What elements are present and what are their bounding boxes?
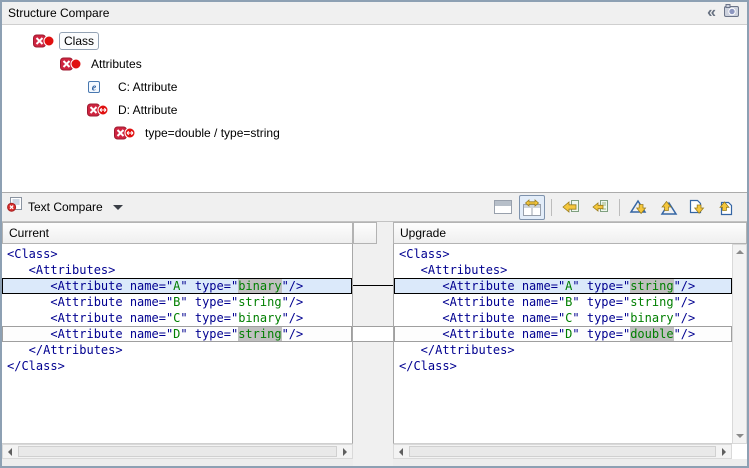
previous-difference-button[interactable]: [655, 195, 681, 220]
scroll-thumb[interactable]: [409, 446, 716, 457]
svg-text:e: e: [92, 82, 97, 93]
code-line[interactable]: <Attribute name="B" type="string"/>: [2, 294, 352, 310]
diff-code-line[interactable]: <Attribute name="A" type="binary"/>: [2, 278, 352, 294]
left-pane-header: Current: [2, 222, 353, 244]
split-view-icon: [494, 200, 512, 214]
split-view-button[interactable]: [490, 195, 516, 220]
scroll-track[interactable]: [408, 445, 717, 458]
code-line[interactable]: </Attributes>: [2, 342, 352, 358]
collapse-chevrons-icon[interactable]: «: [707, 6, 716, 20]
tree-item-label: Class: [59, 32, 99, 50]
scroll-track[interactable]: [17, 445, 338, 458]
scroll-thumb[interactable]: [18, 446, 337, 457]
left-horizontal-scrollbar[interactable]: [2, 444, 353, 459]
right-pane-title: Upgrade: [400, 226, 446, 240]
code-line[interactable]: <Attributes>: [394, 262, 732, 278]
scroll-left-arrow[interactable]: [394, 445, 408, 458]
tree-item[interactable]: D: Attribute: [2, 98, 747, 121]
code-line[interactable]: <Attribute name="B" type="string"/>: [394, 294, 732, 310]
right-pane: Upgrade <Class> <Attributes> <Attribute …: [393, 222, 747, 466]
structure-compare-pane: Structure Compare « Class Attributes e C: A…: [2, 2, 747, 192]
code-line[interactable]: </Attributes>: [394, 342, 732, 358]
diff-connector[interactable]: [353, 326, 393, 342]
swap-panes-button[interactable]: [519, 195, 545, 220]
toolbar-separator: [619, 199, 620, 216]
camera-icon[interactable]: [724, 4, 739, 22]
code-line[interactable]: <Attribute name="C" type="binary"/>: [394, 310, 732, 326]
tree-item-label: C: Attribute: [113, 78, 182, 96]
scroll-down-arrow[interactable]: [733, 429, 746, 443]
scroll-left-arrow[interactable]: [3, 445, 17, 458]
tree-item[interactable]: e C: Attribute: [2, 75, 747, 98]
diff-arrows-icon: [87, 103, 109, 117]
scroll-track[interactable]: [733, 259, 746, 429]
compare-editor-window: Structure Compare « Class Attributes e C: A…: [0, 0, 749, 468]
tree-item-label: type=double / type=string: [140, 124, 285, 142]
tree-item[interactable]: Attributes: [2, 52, 747, 75]
scroll-right-arrow[interactable]: [717, 445, 731, 458]
tree-item-label: D: Attribute: [113, 101, 182, 119]
copy-all-right-to-left-icon: [562, 199, 580, 215]
next-change-button[interactable]: [684, 195, 710, 220]
scroll-up-arrow[interactable]: [733, 245, 746, 259]
tree-item[interactable]: Class: [2, 29, 747, 52]
xml-element-icon: e: [87, 80, 109, 94]
next-difference-icon: [629, 199, 649, 216]
right-vertical-scrollbar[interactable]: [732, 244, 747, 444]
viewer-switch-button[interactable]: Text Compare: [7, 197, 123, 217]
structure-compare-header: Structure Compare «: [2, 2, 747, 25]
diff-circle-icon: [60, 57, 82, 71]
right-pane-header: Upgrade: [393, 222, 747, 244]
diff-code-line[interactable]: <Attribute name="D" type="double"/>: [394, 326, 732, 342]
text-compare-body: Current <Class> <Attributes> <Attribute …: [2, 222, 747, 466]
text-compare-title: Text Compare: [28, 200, 103, 214]
diff-arrows-icon: [114, 126, 136, 140]
left-code-area[interactable]: <Class> <Attributes> <Attribute name="A"…: [2, 244, 353, 444]
bottom-filler: [2, 459, 353, 466]
diff-code-line[interactable]: <Attribute name="D" type="string"/>: [2, 326, 352, 342]
previous-change-icon: [716, 199, 736, 216]
copy-current-right-to-left-icon: [591, 199, 609, 215]
chevron-down-icon: [113, 205, 123, 215]
code-line[interactable]: <Class>: [2, 246, 352, 262]
diff-circle-icon: [33, 34, 55, 48]
left-pane: Current <Class> <Attributes> <Attribute …: [2, 222, 353, 466]
structure-compare-tree: Class Attributes e C: Attribute D: Attribute…: [2, 25, 747, 144]
previous-change-button[interactable]: [713, 195, 739, 220]
next-change-icon: [687, 199, 707, 216]
left-pane-title: Current: [9, 226, 49, 240]
copy-all-right-to-left-button[interactable]: [558, 195, 584, 220]
copy-current-right-to-left-button[interactable]: [587, 195, 613, 220]
right-horizontal-scrollbar[interactable]: [393, 444, 732, 459]
code-line[interactable]: <Class>: [394, 246, 732, 262]
bottom-filler: [393, 459, 747, 466]
code-line[interactable]: </Class>: [2, 358, 352, 374]
tree-item-label: Attributes: [86, 55, 147, 73]
text-compare-icon: [7, 197, 22, 217]
selected-diff-connector[interactable]: [353, 285, 393, 286]
toolbar-separator: [551, 199, 552, 216]
code-line[interactable]: <Attribute name="C" type="binary"/>: [2, 310, 352, 326]
previous-difference-icon: [658, 199, 678, 216]
next-difference-button[interactable]: [626, 195, 652, 220]
diff-connector-strip: [353, 222, 393, 466]
structure-compare-title: Structure Compare: [8, 6, 109, 20]
center-strip-header: [353, 222, 377, 244]
right-code-area[interactable]: <Class> <Attributes> <Attribute name="A"…: [393, 244, 732, 444]
code-line[interactable]: </Class>: [394, 358, 732, 374]
scroll-right-arrow[interactable]: [338, 445, 352, 458]
tree-item[interactable]: type=double / type=string: [2, 121, 747, 144]
text-compare-toolbar: [490, 195, 742, 220]
code-line[interactable]: <Attributes>: [2, 262, 352, 278]
swap-panes-icon: [523, 199, 541, 216]
diff-code-line[interactable]: <Attribute name="A" type="string"/>: [394, 278, 732, 294]
text-compare-header: Text Compare: [2, 192, 747, 222]
